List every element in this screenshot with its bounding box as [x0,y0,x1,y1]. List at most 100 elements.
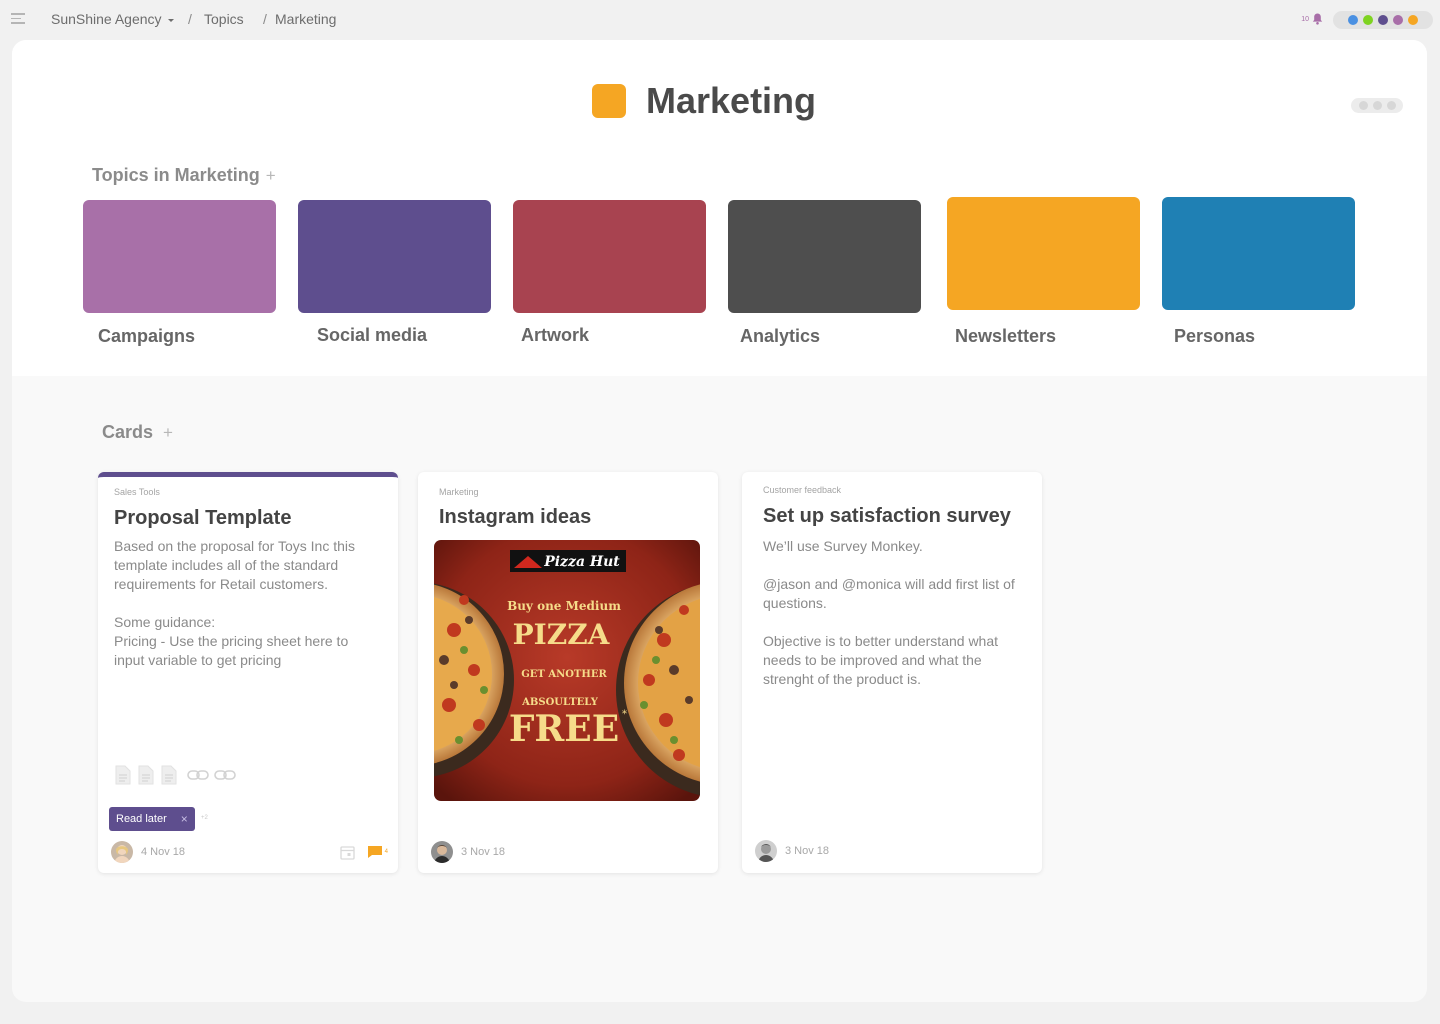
main-panel: Marketing Topics in Marketing + Campaigns… [12,40,1427,1002]
more-options-button[interactable] [1351,98,1403,113]
card-footer: 4 Nov 18 4 [111,841,388,863]
add-topic-button[interactable]: + [266,166,276,185]
topic-campaigns[interactable]: Campaigns [83,200,276,346]
card-image[interactable]: Pizza Hut Buy one Medium PIZZA GET ANOTH… [434,540,700,801]
topic-label: Social media [317,325,428,345]
card-body-line: @jason and @monica will add first list o… [763,576,1015,611]
topic-tile[interactable] [513,200,706,313]
promo-line1: Buy one Medium [507,599,621,613]
card-body-line: Some guidance: [114,614,216,630]
link-icon[interactable] [187,769,209,781]
breadcrumb-separator: / [263,11,267,27]
card-body-line: We’ll use Survey Monkey. [763,538,923,554]
page-header: Marketing [592,80,816,122]
member-avatar[interactable] [1408,15,1418,25]
topic-analytics[interactable]: Analytics [728,200,921,346]
add-card-button[interactable]: + [163,423,173,442]
card-satisfaction-survey[interactable]: Customer feedback Set up satisfaction su… [742,472,1042,873]
promo-line3: GET ANOTHER [521,669,607,680]
tag-label: Read later [116,813,167,825]
topic-newsletters[interactable]: Newsletters [947,197,1140,346]
topic-tile[interactable] [83,200,276,313]
card-title: Proposal Template [114,507,292,529]
breadcrumb-workspace[interactable]: SunShine Agency [51,11,174,27]
promo-brand: Pizza Hut [543,554,620,570]
topics-area: Marketing Topics in Marketing + Campaigns… [12,40,1427,376]
topics-section-label: Topics in Marketing [92,165,260,185]
dot-icon [1386,101,1396,110]
remove-tag-icon[interactable]: × [181,812,188,826]
page-title: Marketing [646,80,817,121]
tag-read-later[interactable]: Read later × [109,807,195,831]
topic-tile[interactable] [1162,197,1355,310]
cards-section-title: Cards + [102,422,173,443]
topic-tile[interactable] [298,200,491,313]
card-date: 3 Nov 18 [461,846,506,858]
topics-section-title: Topics in Marketing + [92,165,276,186]
card-body: We’ll use Survey Monkey. @jason and @mon… [763,537,1025,689]
avatar[interactable] [755,840,777,862]
document-icon[interactable] [137,765,155,785]
dot-icon [1358,101,1368,110]
card-body-line [763,556,1025,575]
member-avatar[interactable] [1378,15,1388,25]
card-body-line [114,594,374,613]
topic-tile[interactable] [947,197,1140,310]
topic-personas[interactable]: Personas [1162,197,1355,346]
member-avatar[interactable] [1348,15,1358,25]
card-category: Marketing [439,487,479,497]
document-icon[interactable] [114,765,132,785]
link-icon[interactable] [214,769,236,781]
topic-label: Newsletters [955,326,1057,346]
topic-tile[interactable] [728,200,921,313]
card-footer: 3 Nov 18 [755,840,1032,862]
chevron-down-icon [167,18,174,22]
card-body-line: Objective is to better understand what n… [763,633,999,687]
topic-label: Campaigns [98,326,196,346]
card-actions: 4 [340,845,388,860]
member-avatar[interactable] [1393,15,1403,25]
comment-count: 4 [384,849,388,855]
card-instagram-ideas[interactable]: Marketing Instagram ideas Pizza Hut Buy … [418,472,718,873]
comment-icon [367,846,382,858]
dot-icon [1372,101,1382,110]
topic-artwork[interactable]: Artwork [513,200,706,345]
topic-social-media[interactable]: Social media [298,200,491,345]
hamburger-menu-icon[interactable] [11,13,25,25]
card-date: 3 Nov 18 [785,845,830,857]
avatar[interactable] [431,841,453,863]
promo-line2: PIZZA [513,618,611,651]
promo-asterisk: * [622,709,627,720]
topic-label: Analytics [740,326,821,346]
card-title: Set up satisfaction survey [763,505,1011,527]
card-body-line [763,613,1025,632]
notifications-button[interactable]: 10 [1301,13,1323,25]
comments-button[interactable]: 4 [367,845,388,859]
top-bar: SunShine Agency / Topics / Marketing 10 [0,0,1440,40]
avatar[interactable] [111,841,133,863]
card-footer: 3 Nov 18 [431,841,708,863]
breadcrumb-separator: / [188,11,192,27]
calendar-icon[interactable] [340,845,355,860]
promo-line4: ABSOULTELY [521,697,599,708]
card-body-line: Based on the proposal for Toys Inc this … [114,538,355,592]
breadcrumb-topics[interactable]: Topics [204,11,244,27]
topic-label: Personas [1174,326,1256,346]
document-icon[interactable] [160,765,178,785]
topic-label: Artwork [521,325,590,345]
members-list[interactable] [1333,11,1433,29]
breadcrumb-current[interactable]: Marketing [275,11,336,27]
bell-icon [1312,13,1323,25]
cards-section-label: Cards [102,422,154,442]
card-body: Based on the proposal for Toys Inc this … [114,537,374,670]
card-title: Instagram ideas [439,506,592,528]
more-tags-count[interactable]: +2 [201,815,208,821]
attachments-row [114,765,236,785]
workspace-label: SunShine Agency [51,11,162,27]
promo-line5: FREE [509,708,619,750]
card-proposal-template[interactable]: Sales Tools Proposal Template Based on t… [98,472,398,873]
member-avatar[interactable] [1363,15,1373,25]
card-date: 4 Nov 18 [141,846,186,858]
card-category: Customer feedback [763,485,842,495]
notification-count: 10 [1301,15,1309,23]
